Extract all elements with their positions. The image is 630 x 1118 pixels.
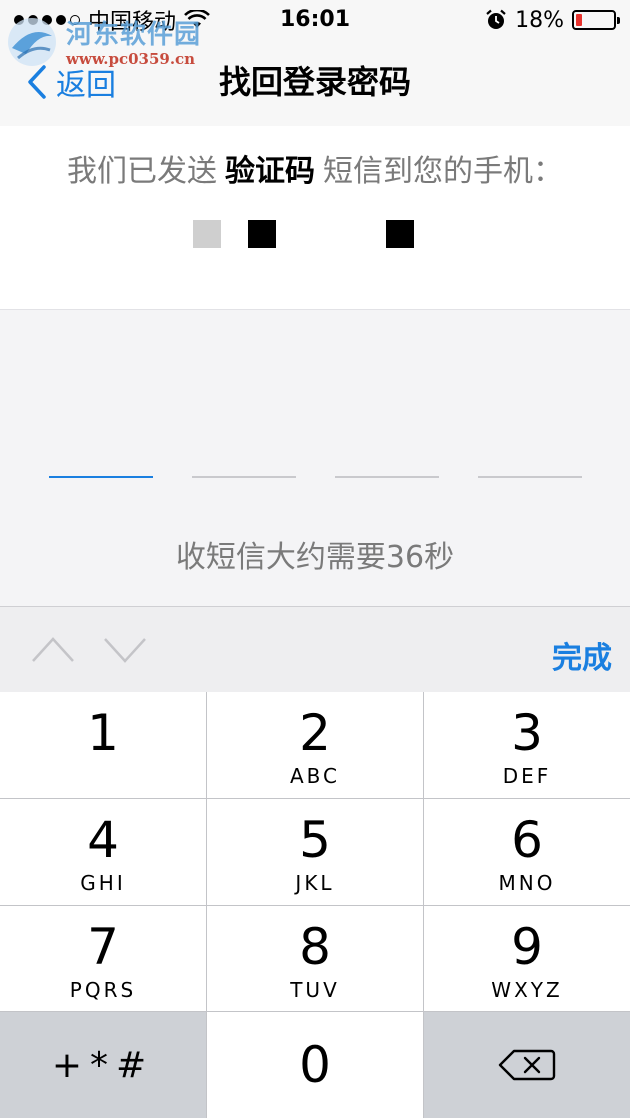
key-letters: GHI — [80, 871, 126, 895]
delete-key[interactable] — [424, 1012, 630, 1118]
numeric-keypad: 1 2 ABC 3 DEF 4 GHI 5 JKL 6 MNO 7 PQRS 8 — [0, 692, 630, 1118]
battery-level-fill — [576, 14, 582, 26]
key-digit: 7 — [87, 918, 119, 976]
key-digit: 0 — [299, 1036, 331, 1094]
countdown-text: 收短信大约需要36秒 — [175, 540, 455, 575]
key-digit: 9 — [511, 918, 543, 976]
sms-message-highlight: 验证码 — [225, 154, 315, 189]
key-5[interactable]: 5 JKL — [207, 799, 423, 905]
battery-icon — [572, 10, 620, 30]
alarm-clock-icon — [486, 9, 506, 29]
key-digit: 6 — [511, 811, 543, 869]
key-8[interactable]: 8 TUV — [207, 906, 423, 1011]
chevron-up-icon[interactable] — [30, 631, 76, 667]
key-1[interactable]: 1 — [0, 692, 206, 798]
key-2[interactable]: 2 ABC — [207, 692, 423, 798]
key-9[interactable]: 9 WXYZ — [424, 906, 630, 1011]
verification-code-area: 收短信大约需要36秒 — [0, 310, 630, 606]
done-button[interactable]: 完成 — [552, 633, 612, 677]
key-3[interactable]: 3 DEF — [424, 692, 630, 798]
code-digit-slot[interactable] — [192, 476, 296, 478]
key-digit: 8 — [299, 918, 331, 976]
key-letters: MNO — [498, 871, 556, 895]
key-4[interactable]: 4 GHI — [0, 799, 206, 905]
chevron-down-icon[interactable] — [102, 631, 148, 667]
status-bar: 中国移动 16:01 18% — [0, 0, 630, 40]
code-digit-slot[interactable] — [478, 476, 582, 478]
sms-message-suffix: 短信到您的手机： — [323, 154, 563, 189]
battery-percent: 18% — [515, 7, 564, 33]
keyboard-toolbar: 完成 — [0, 606, 630, 692]
key-letters: JKL — [295, 871, 335, 895]
key-digit: 1 — [87, 704, 119, 762]
key-letters: WXYZ — [491, 978, 563, 1002]
screen: 中国移动 16:01 18% 返回 找回登录密码 河东软件园 www.pc035… — [0, 0, 630, 1118]
key-6[interactable]: 6 MNO — [424, 799, 630, 905]
redaction-block — [386, 220, 414, 248]
masked-phone-number — [0, 220, 630, 250]
key-letters: DEF — [502, 764, 552, 788]
code-digit-slot[interactable] — [335, 476, 439, 478]
backspace-icon — [498, 1049, 556, 1081]
redaction-block — [248, 220, 276, 248]
key-digit: 2 — [299, 704, 331, 762]
key-letters: TUV — [290, 978, 340, 1002]
key-digit: 3 — [511, 704, 543, 762]
key-letters: PQRS — [69, 978, 137, 1002]
key-digit: 5 — [299, 811, 331, 869]
status-right: 18% — [485, 6, 620, 34]
code-digit-slot[interactable] — [49, 476, 153, 478]
symbols-label: +*# — [51, 1044, 155, 1086]
symbols-key[interactable]: +*# — [0, 1012, 206, 1118]
sms-sent-message: 我们已发送 验证码 短信到您的手机： — [0, 150, 630, 194]
redaction-block — [193, 220, 221, 248]
navigation-bar: 返回 找回登录密码 — [0, 40, 630, 126]
page-title: 找回登录密码 — [218, 63, 411, 101]
sms-message-prefix: 我们已发送 — [67, 154, 217, 189]
key-letters: ABC — [289, 764, 340, 788]
key-0[interactable]: 0 — [207, 1012, 423, 1118]
sms-info-section: 我们已发送 验证码 短信到您的手机： — [0, 126, 630, 310]
key-digit: 4 — [87, 811, 119, 869]
key-7[interactable]: 7 PQRS — [0, 906, 206, 1011]
